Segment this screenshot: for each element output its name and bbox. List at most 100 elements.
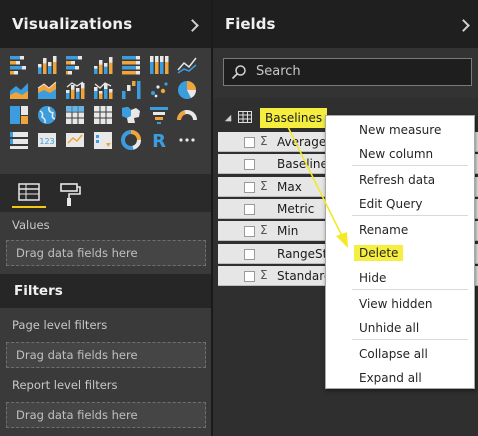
menu-item-refresh-data[interactable]: Refresh data xyxy=(326,169,474,191)
line-chart-icon[interactable] xyxy=(176,54,198,76)
slicer-icon[interactable] xyxy=(92,129,114,151)
field-name: Min xyxy=(277,224,299,239)
menu-item-label: Expand all xyxy=(359,371,422,385)
visualizations-header: Visualizations xyxy=(0,0,211,48)
powerbi-panes: Visualizations 123 R Values Drag data fi… xyxy=(0,0,478,436)
sigma-icon: Σ xyxy=(260,178,268,193)
line-clustered-column-chart-icon[interactable] xyxy=(92,79,114,101)
menu-separator xyxy=(352,215,468,216)
menu-item-label: Collapse all xyxy=(359,347,428,361)
visualizations-title: Visualizations xyxy=(12,15,133,33)
pie-chart-icon[interactable] xyxy=(176,79,198,101)
collapse-visualizations-chevron-icon[interactable] xyxy=(186,19,199,32)
page-level-filters-label: Page level filters xyxy=(12,318,108,332)
percent-column-chart-icon[interactable] xyxy=(148,54,170,76)
report-level-filters-label: Report level filters xyxy=(12,378,118,392)
menu-item-label: Refresh data xyxy=(359,173,436,187)
values-well: Values Drag data fields here xyxy=(0,212,211,274)
clustered-column-chart-icon[interactable] xyxy=(92,54,114,76)
menu-item-label: Rename xyxy=(359,223,409,237)
menu-item-label: Delete xyxy=(354,245,404,261)
filled-map-icon[interactable] xyxy=(120,104,142,126)
area-chart-icon[interactable] xyxy=(8,79,30,101)
table-icon[interactable] xyxy=(64,104,86,126)
line-column-chart-icon[interactable] xyxy=(64,79,86,101)
menu-item-collapse-all[interactable]: Collapse all xyxy=(326,343,474,365)
field-checkbox[interactable] xyxy=(244,159,255,171)
menu-item-delete[interactable]: Delete xyxy=(326,243,474,265)
field-checkbox[interactable] xyxy=(244,270,255,282)
donut-chart-icon[interactable] xyxy=(120,129,142,151)
filters-header: Filters xyxy=(0,274,211,308)
visualization-gallery: 123 R xyxy=(0,48,211,174)
filters-title: Filters xyxy=(14,283,63,299)
menu-separator xyxy=(352,289,468,290)
table-name-baselines[interactable]: Baselines xyxy=(260,108,328,128)
field-checkbox[interactable] xyxy=(244,248,255,260)
multi-row-card-icon[interactable] xyxy=(8,129,30,151)
visualizations-pane: Visualizations 123 R Values Drag data fi… xyxy=(0,0,211,436)
r-visual-icon[interactable]: R xyxy=(148,129,170,151)
waterfall-chart-icon[interactable] xyxy=(120,79,142,101)
kpi-icon[interactable] xyxy=(64,129,86,151)
scatter-chart-icon[interactable] xyxy=(148,79,170,101)
menu-item-label: Edit Query xyxy=(359,197,423,211)
fields-header: Fields xyxy=(213,0,478,48)
collapse-fields-chevron-icon[interactable] xyxy=(457,19,470,32)
menu-item-rename[interactable]: Rename xyxy=(326,219,474,241)
menu-item-label: View hidden xyxy=(359,297,433,311)
page-filters-drop-zone[interactable]: Drag data fields here xyxy=(6,342,206,368)
percent-bar-chart-icon[interactable] xyxy=(120,54,142,76)
values-label: Values xyxy=(12,218,50,232)
context-menu: New measure New column Refresh data Edit Qu… xyxy=(325,115,475,389)
search-icon xyxy=(231,65,246,80)
fields-title: Fields xyxy=(225,15,276,33)
filters-section: Filters Page level filters Drag data fie… xyxy=(0,274,211,436)
menu-item-new-column[interactable]: New column xyxy=(326,143,474,165)
field-checkbox[interactable] xyxy=(244,137,255,148)
visualization-tabs xyxy=(0,174,211,212)
menu-item-hide[interactable]: Hide xyxy=(326,267,474,289)
svg-text:R: R xyxy=(152,131,166,151)
card-icon[interactable]: 123 xyxy=(36,129,58,151)
menu-item-expand-all[interactable]: Expand all xyxy=(326,367,474,389)
field-checkbox[interactable] xyxy=(244,226,255,238)
svg-text:123: 123 xyxy=(39,137,54,146)
fields-tab-icon[interactable] xyxy=(12,180,46,208)
menu-item-new-measure[interactable]: New measure xyxy=(326,119,474,141)
menu-separator xyxy=(352,165,468,166)
treemap-icon[interactable] xyxy=(8,104,30,126)
field-checkbox[interactable] xyxy=(244,203,255,215)
menu-item-view-hidden[interactable]: View hidden xyxy=(326,293,474,315)
table-icon xyxy=(238,111,252,123)
menu-item-edit-query[interactable]: Edit Query xyxy=(326,193,474,215)
field-name: Metric xyxy=(277,201,315,216)
matrix-icon[interactable] xyxy=(92,104,114,126)
field-name: Max xyxy=(277,179,302,194)
stacked-column-chart-icon[interactable] xyxy=(36,54,58,76)
stacked-area-chart-icon[interactable] xyxy=(36,79,58,101)
menu-item-label: New column xyxy=(359,147,434,161)
report-filters-drop-zone[interactable]: Drag data fields here xyxy=(6,402,206,428)
clustered-bar-chart-icon[interactable] xyxy=(64,54,86,76)
field-checkbox[interactable] xyxy=(244,181,255,193)
menu-item-label: New measure xyxy=(359,123,442,137)
menu-item-label: Hide xyxy=(359,271,387,285)
format-paint-roller-icon[interactable] xyxy=(56,180,84,208)
sigma-icon: Σ xyxy=(260,267,268,282)
gauge-icon[interactable] xyxy=(176,104,198,126)
stacked-bar-chart-icon[interactable] xyxy=(8,54,30,76)
field-name: Average xyxy=(277,135,327,149)
values-drop-zone[interactable]: Drag data fields here xyxy=(6,240,206,266)
fields-search-input[interactable]: Search xyxy=(223,58,472,86)
funnel-chart-icon[interactable] xyxy=(148,104,170,126)
menu-item-label: Unhide all xyxy=(359,321,420,335)
field-name: Baseline xyxy=(277,157,328,172)
more-visuals-icon[interactable] xyxy=(176,129,198,151)
map-icon[interactable] xyxy=(36,104,58,126)
menu-item-unhide-all[interactable]: Unhide all xyxy=(326,317,474,339)
menu-separator xyxy=(352,339,468,340)
search-area: Search xyxy=(213,48,478,98)
expand-triangle-icon[interactable] xyxy=(224,114,232,122)
sigma-icon: Σ xyxy=(260,134,268,148)
